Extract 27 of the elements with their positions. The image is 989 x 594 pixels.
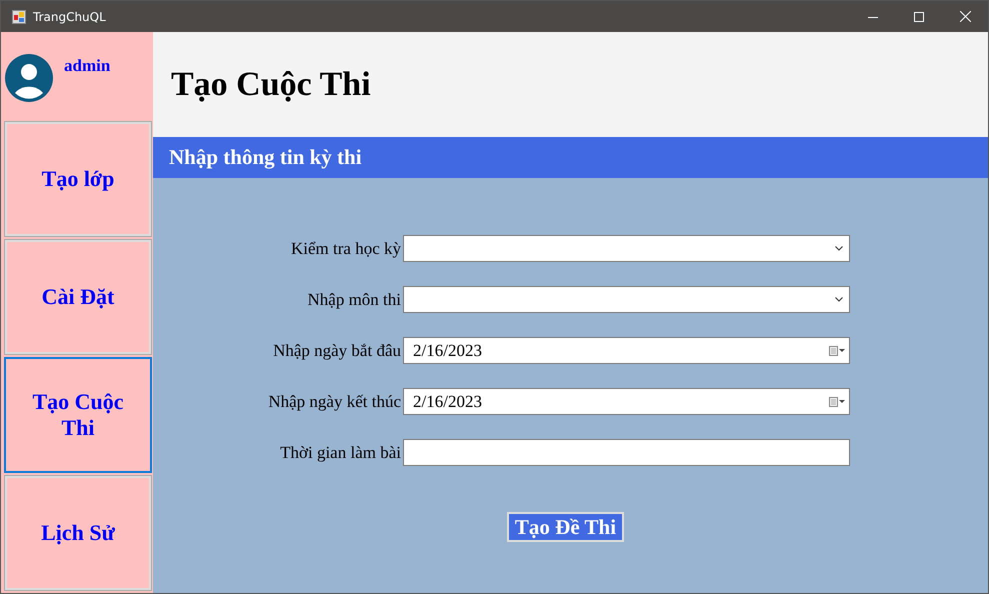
chevron-icon	[835, 246, 843, 251]
nav-button[interactable]: Cài Đặt	[4, 239, 152, 355]
text-input[interactable]	[403, 439, 850, 466]
date-picker[interactable]: 2/16/2023	[403, 337, 850, 364]
avatar-icon	[5, 54, 53, 102]
user-name: admin	[64, 56, 110, 76]
nav-button[interactable]: Tạo Cuộc Thi	[4, 357, 152, 473]
chevron-icon	[835, 297, 843, 302]
dropdown-field[interactable]	[403, 235, 850, 262]
field-label: Nhập ngày bắt đâu	[272, 340, 401, 360]
create-exam-button[interactable]: Tạo Đề Thi	[506, 512, 624, 542]
app-icon	[12, 10, 26, 24]
calendar-icon	[829, 396, 845, 406]
maximize-icon	[914, 12, 924, 22]
field-label: Kiểm tra học kỳ	[290, 238, 401, 258]
nav-button[interactable]: Tạo lớp	[4, 121, 152, 237]
calendar-icon	[829, 346, 845, 356]
section-header: Nhập thông tin kỳ thi	[153, 137, 988, 178]
page-title: Tạo Cuộc Thi	[171, 66, 371, 104]
field-label: Thời gian làm bài	[279, 442, 401, 462]
date-picker[interactable]: 2/16/2023	[403, 388, 850, 415]
field-label: Nhập ngày kết thúc	[267, 392, 401, 412]
nav-button[interactable]: Lịch Sử	[4, 475, 152, 591]
window-title: TrangChuQL	[33, 10, 106, 24]
dropdown-field[interactable]	[403, 286, 850, 313]
field-label: Nhập môn thi	[306, 290, 401, 310]
close-icon	[960, 11, 970, 22]
